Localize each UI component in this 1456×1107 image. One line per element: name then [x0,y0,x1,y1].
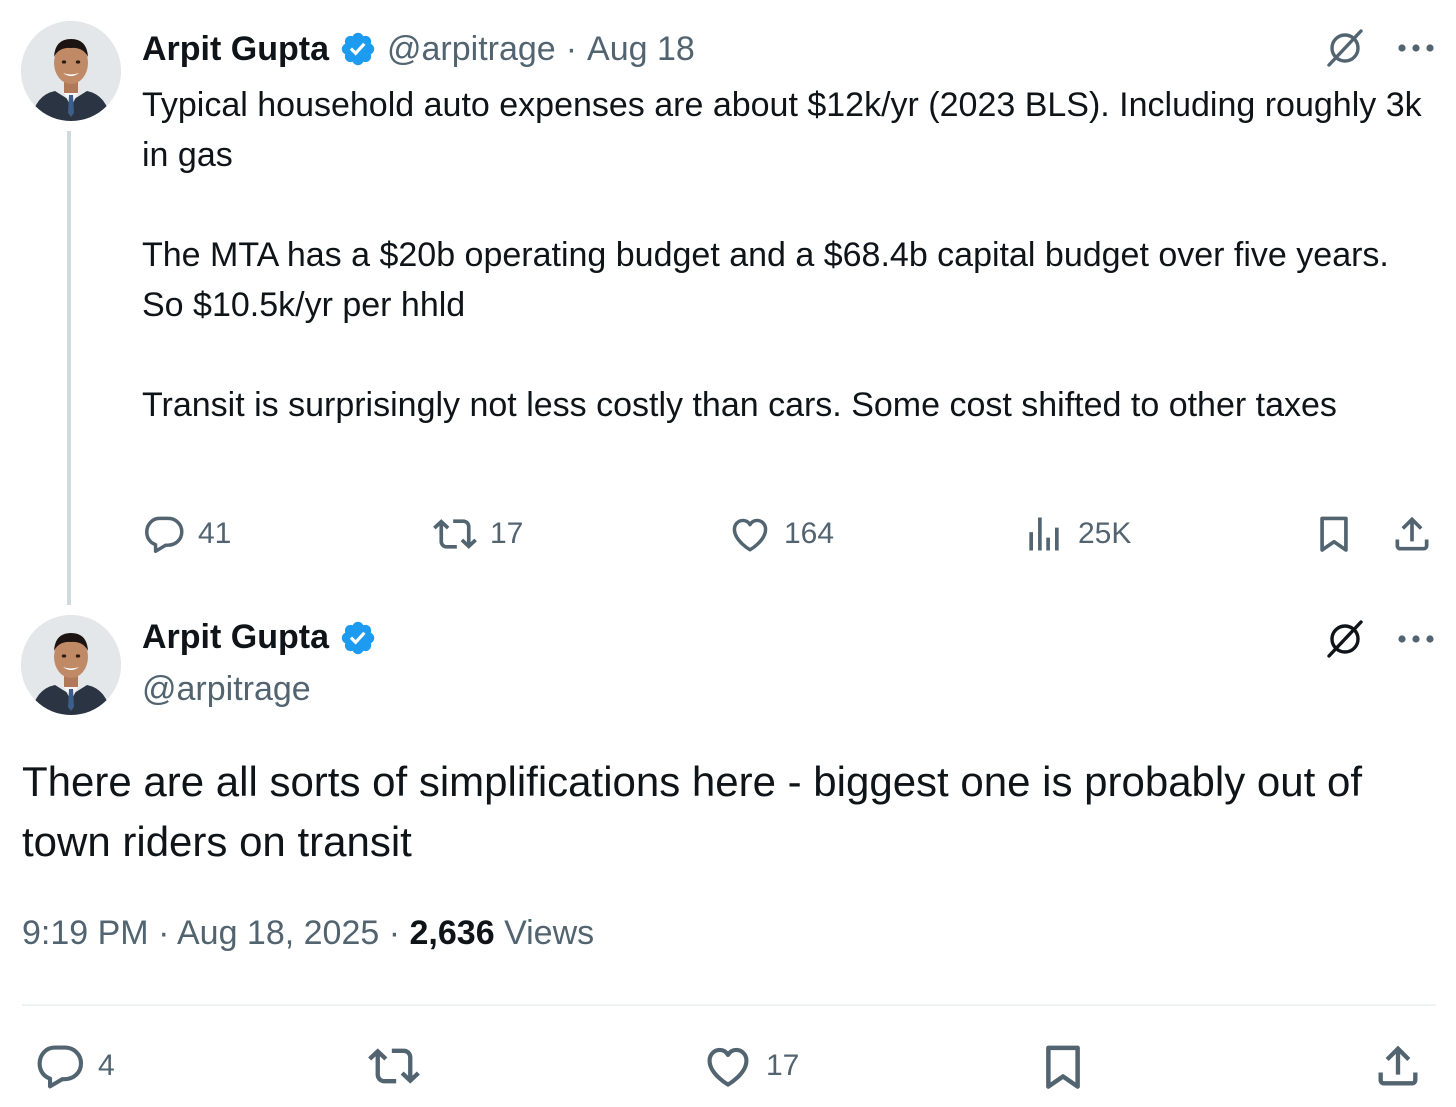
views-total: 2,636 [409,914,495,952]
bookmark-icon [1046,1045,1080,1089]
tweet-metadata: 9:19 PM · Aug 18, 2025 · 2,636 Views [22,914,594,953]
views-icon [1029,517,1059,551]
like-icon [707,1047,749,1087]
author-handle[interactable]: @arpitrage [142,670,311,709]
tweet-time[interactable]: 9:19 PM [22,914,149,952]
separator-dot: · [158,914,170,952]
reply-count: 4 [98,1049,115,1082]
views-count: 25K [1078,517,1132,550]
tweet1-text: Typical household auto expenses are abou… [142,86,1422,424]
reply-icon [37,1045,84,1089]
author-name[interactable]: Arpit Gupta [142,30,329,69]
like-button[interactable]: 164 [728,512,834,556]
grok-icon[interactable] [1322,616,1368,662]
like-count: 164 [784,517,835,550]
author-name[interactable]: Arpit Gupta [142,618,329,657]
repost-icon [368,1048,420,1084]
tweet1-actions: 41 17 164 25K [142,508,1438,562]
views-label: Views [504,914,595,952]
like-icon [732,518,768,552]
avatar[interactable] [21,21,121,121]
author-handle[interactable]: @arpitrage [387,30,556,69]
divider [22,1004,1436,1006]
separator-dot: · [565,29,578,68]
share-button[interactable] [1372,1040,1424,1092]
like-button[interactable]: 17 [702,1040,799,1092]
avatar[interactable] [21,615,121,715]
share-icon [1395,516,1429,551]
views-button[interactable]: 25K [1022,512,1131,556]
verified-badge-icon [339,619,377,657]
repost-button[interactable]: 17 [432,512,523,556]
more-icon[interactable] [1396,42,1436,54]
repost-count: 17 [490,517,524,550]
share-icon [1378,1045,1418,1086]
tweet-date[interactable]: Aug 18 [587,30,695,69]
tweet1-top-actions [1322,25,1436,71]
grok-icon[interactable] [1322,25,1368,71]
bookmark-icon [1320,516,1348,552]
bookmark-button[interactable] [1312,512,1356,556]
repost-button[interactable] [366,1040,422,1092]
verified-badge-icon [339,30,377,68]
reply-button[interactable]: 41 [142,512,231,556]
tweet2-text: There are all sorts of simplifications h… [22,758,1363,865]
repost-icon [433,519,477,549]
share-button[interactable] [1390,512,1434,556]
tweet2-actions: 4 17 [22,1040,1436,1100]
reply-icon [145,516,184,553]
more-icon[interactable] [1396,633,1436,645]
tweet2-top-actions [1322,616,1436,662]
like-count: 17 [766,1049,800,1082]
tweet2-header: Arpit Gupta [142,618,377,657]
tweet-date[interactable]: Aug 18, 2025 [177,914,379,952]
separator-dot: · [388,914,401,952]
bookmark-button[interactable] [1036,1040,1090,1094]
reply-count: 41 [198,517,232,550]
thread-connector [67,131,71,605]
reply-button[interactable]: 4 [34,1040,115,1092]
tweet1-header: Arpit Gupta @arpitrage · Aug 18 [142,26,695,72]
